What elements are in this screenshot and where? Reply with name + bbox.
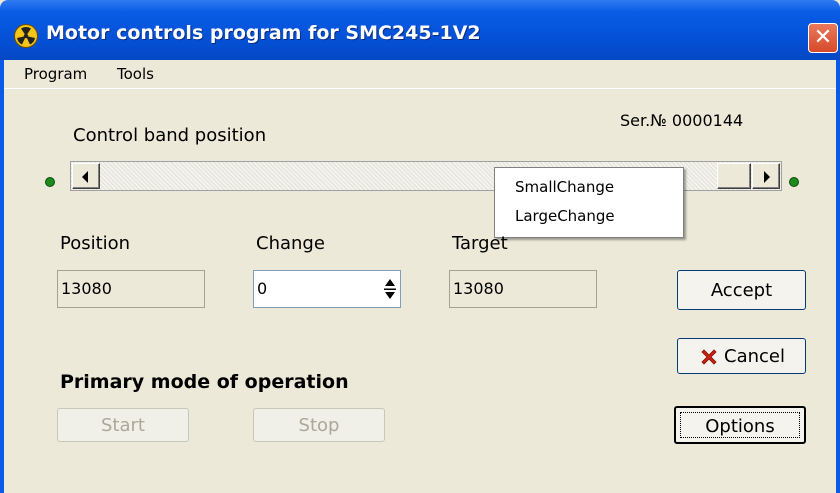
menu-program[interactable]: Program	[24, 65, 87, 83]
options-button[interactable]: Options	[674, 406, 806, 444]
target-field: 13080	[449, 270, 597, 308]
serial-number: Ser.№ 0000144	[620, 111, 744, 130]
right-indicator-led	[789, 177, 799, 187]
menu-tools[interactable]: Tools	[117, 65, 154, 83]
left-indicator-led	[45, 177, 55, 187]
position-value: 13080	[61, 279, 112, 298]
window-title: Motor controls program for SMC245-1V2	[46, 22, 481, 44]
close-icon: ✕	[813, 25, 833, 50]
main-window: Motor controls program for SMC245-1V2 ✕ …	[0, 0, 840, 493]
accept-button[interactable]: Accept	[677, 270, 806, 310]
control-band-label: Control band position	[73, 125, 267, 146]
stop-label: Stop	[298, 415, 340, 436]
start-button[interactable]: Start	[57, 408, 189, 442]
close-button[interactable]: ✕	[808, 23, 838, 53]
scroll-right-button[interactable]	[752, 163, 780, 189]
target-value: 13080	[453, 279, 504, 298]
change-label: Change	[256, 233, 325, 254]
position-field: 13080	[57, 270, 205, 308]
change-value[interactable]: 0	[257, 279, 267, 298]
primary-mode-heading: Primary mode of operation	[60, 371, 349, 393]
menu-item-largechange[interactable]: LargeChange	[515, 207, 615, 225]
cancel-button[interactable]: Cancel	[677, 338, 806, 374]
options-label: Options	[705, 416, 775, 437]
title-bar[interactable]: Motor controls program for SMC245-1V2 ✕	[0, 0, 840, 60]
context-menu: SmallChange LargeChange	[494, 167, 684, 238]
radiation-icon	[14, 24, 38, 48]
arrow-right-icon	[764, 171, 770, 183]
slider-thumb[interactable]	[717, 163, 751, 189]
stop-button[interactable]: Stop	[253, 408, 385, 442]
spin-arrows-icon[interactable]	[382, 274, 398, 304]
start-label: Start	[101, 415, 145, 436]
position-label: Position	[60, 233, 131, 254]
target-label: Target	[452, 233, 508, 254]
cancel-label: Cancel	[724, 346, 785, 367]
arrow-left-icon	[82, 171, 88, 183]
cancel-x-icon	[701, 349, 717, 365]
scroll-left-button[interactable]	[72, 163, 100, 189]
accept-label: Accept	[710, 280, 773, 301]
menu-item-smallchange[interactable]: SmallChange	[515, 178, 614, 196]
window-border-right	[836, 60, 840, 493]
change-stepper[interactable]: 0	[253, 270, 401, 308]
menu-bar: Program Tools	[4, 60, 836, 88]
